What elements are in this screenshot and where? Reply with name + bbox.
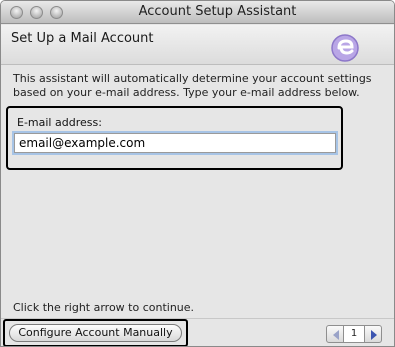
setup-assistant-window: Account Setup Assistant Set Up a Mail Ac… — [0, 0, 395, 347]
page-heading: Set Up a Mail Account — [11, 31, 154, 46]
intro-text: This assistant will automatically determ… — [13, 72, 372, 99]
email-section: E-mail address: — [6, 106, 343, 170]
window-title: Account Setup Assistant — [138, 4, 297, 19]
header-band: Set Up a Mail Account — [1, 25, 394, 65]
configure-manually-button[interactable]: Configure Account Manually — [9, 324, 182, 342]
configure-manually-container: Configure Account Manually — [3, 319, 188, 346]
previous-page-button[interactable] — [326, 325, 344, 343]
email-input[interactable] — [14, 133, 336, 153]
entourage-logo-icon — [331, 34, 359, 62]
email-label: E-mail address: — [17, 116, 102, 129]
page-number: 1 — [344, 325, 364, 343]
right-arrow-icon — [371, 330, 377, 340]
page-navigator: 1 — [326, 325, 384, 343]
left-arrow-icon — [333, 330, 339, 340]
continue-hint: Click the right arrow to continue. — [13, 301, 195, 314]
title-bar: Account Setup Assistant — [1, 1, 394, 24]
next-page-button[interactable] — [364, 325, 382, 343]
